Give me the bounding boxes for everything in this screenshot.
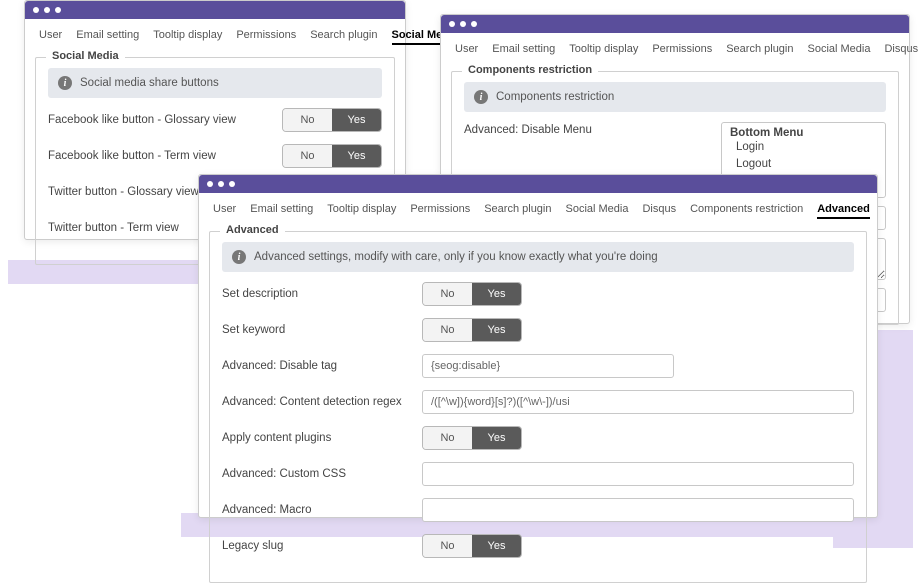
titlebar [199, 175, 877, 193]
label-legacy-slug: Legacy slug [222, 540, 422, 552]
label-disable-tag: Advanced: Disable tag [222, 360, 422, 372]
window-dot [449, 21, 455, 27]
tab-search-plugin[interactable]: Search plugin [310, 29, 377, 45]
label-regex: Advanced: Content detection regex [222, 396, 422, 408]
input-disable-tag[interactable] [422, 354, 674, 378]
toggle-yes[interactable]: Yes [332, 145, 381, 167]
tab-social-media[interactable]: Social Media [808, 43, 871, 59]
banner-components-restriction: i Components restriction [464, 82, 886, 112]
legend: Advanced [220, 224, 285, 236]
legend: Social Media [46, 50, 125, 62]
banner-social-media: i Social media share buttons [48, 68, 382, 98]
toggle-fb-glossary[interactable]: No Yes [282, 108, 382, 132]
tab-components-restriction[interactable]: Components restriction [690, 203, 803, 219]
tab-search-plugin[interactable]: Search plugin [726, 43, 793, 59]
window-dot [44, 7, 50, 13]
label-set-description: Set description [222, 288, 422, 300]
tab-user[interactable]: User [39, 29, 62, 45]
row-label: Facebook like button - Glossary view [48, 114, 282, 126]
input-regex[interactable] [422, 390, 854, 414]
tab-user[interactable]: User [213, 203, 236, 219]
tab-disqus[interactable]: Disqus [642, 203, 676, 219]
titlebar [25, 1, 405, 19]
toggle-yes[interactable]: Yes [472, 427, 521, 449]
label-set-keyword: Set keyword [222, 324, 422, 336]
banner-text: Advanced settings, modify with care, onl… [254, 251, 658, 263]
info-icon: i [474, 90, 488, 104]
disable-menu-label: Advanced: Disable Menu [464, 124, 592, 136]
tab-user[interactable]: User [455, 43, 478, 59]
tab-email-setting[interactable]: Email setting [76, 29, 139, 45]
info-icon: i [58, 76, 72, 90]
window-dot [471, 21, 477, 27]
tabs-row: User Email setting Tooltip display Permi… [441, 33, 909, 65]
toggle-yes[interactable]: Yes [472, 283, 521, 305]
listbox-title: Bottom Menu [730, 127, 877, 139]
window-dot [207, 181, 213, 187]
tab-permissions[interactable]: Permissions [236, 29, 296, 45]
tabs-row: User Email setting Tooltip display Permi… [25, 19, 405, 51]
titlebar [441, 15, 909, 33]
tab-disqus[interactable]: Disqus [884, 43, 918, 59]
legend: Components restriction [462, 64, 598, 76]
tab-advanced[interactable]: Advanced [817, 203, 870, 219]
tab-search-plugin[interactable]: Search plugin [484, 203, 551, 219]
input-custom-css[interactable] [422, 462, 854, 486]
toggle-no[interactable]: No [283, 109, 332, 131]
fieldset-advanced: Advanced i Advanced settings, modify wit… [209, 231, 867, 583]
toggle-yes[interactable]: Yes [472, 319, 521, 341]
window-dot [218, 181, 224, 187]
toggle-fb-term[interactable]: No Yes [282, 144, 382, 168]
label-apply-plugins: Apply content plugins [222, 432, 422, 444]
window-dot [460, 21, 466, 27]
tab-tooltip-display[interactable]: Tooltip display [569, 43, 638, 59]
banner-advanced: i Advanced settings, modify with care, o… [222, 242, 854, 272]
tab-permissions[interactable]: Permissions [410, 203, 470, 219]
label-macro: Advanced: Macro [222, 504, 422, 516]
toggle-no[interactable]: No [423, 535, 472, 557]
list-item[interactable]: Logout [730, 156, 877, 173]
window-advanced: User Email setting Tooltip display Permi… [198, 174, 878, 518]
toggle-no[interactable]: No [423, 319, 472, 341]
toggle-set-keyword[interactable]: No Yes [422, 318, 522, 342]
toggle-apply-plugins[interactable]: No Yes [422, 426, 522, 450]
window-dot [55, 7, 61, 13]
window-dot [33, 7, 39, 13]
toggle-no[interactable]: No [423, 283, 472, 305]
toggle-yes[interactable]: Yes [332, 109, 381, 131]
tab-social-media[interactable]: Social Media [566, 203, 629, 219]
tabs-row: User Email setting Tooltip display Permi… [199, 193, 877, 225]
banner-text: Components restriction [496, 91, 614, 103]
tab-email-setting[interactable]: Email setting [250, 203, 313, 219]
input-macro[interactable] [422, 498, 854, 522]
toggle-yes[interactable]: Yes [472, 535, 521, 557]
window-dot [229, 181, 235, 187]
label-custom-css: Advanced: Custom CSS [222, 468, 422, 480]
banner-text: Social media share buttons [80, 77, 219, 89]
tab-tooltip-display[interactable]: Tooltip display [327, 203, 396, 219]
list-item[interactable]: Login [730, 139, 877, 156]
tab-permissions[interactable]: Permissions [652, 43, 712, 59]
toggle-no[interactable]: No [423, 427, 472, 449]
info-icon: i [232, 250, 246, 264]
toggle-no[interactable]: No [283, 145, 332, 167]
toggle-set-description[interactable]: No Yes [422, 282, 522, 306]
tab-email-setting[interactable]: Email setting [492, 43, 555, 59]
toggle-legacy-slug[interactable]: No Yes [422, 534, 522, 558]
tab-tooltip-display[interactable]: Tooltip display [153, 29, 222, 45]
row-label: Facebook like button - Term view [48, 150, 282, 162]
